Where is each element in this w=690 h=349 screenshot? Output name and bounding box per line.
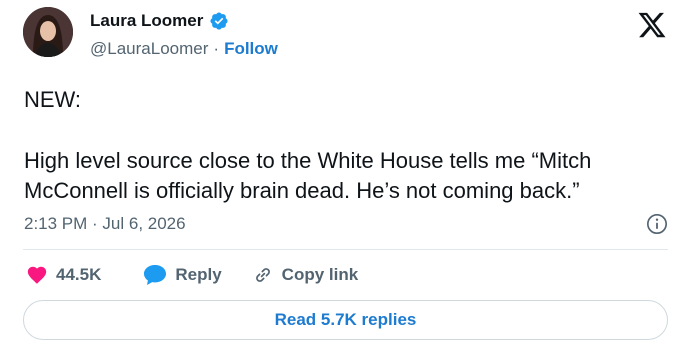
x-logo-icon[interactable] <box>637 10 667 40</box>
author-name[interactable]: Laura Loomer <box>90 11 203 31</box>
follow-button[interactable]: Follow <box>224 39 278 59</box>
separator-dot: · <box>213 39 220 58</box>
info-icon[interactable] <box>646 213 668 235</box>
tweet-text-line-1: NEW: <box>24 87 82 112</box>
link-icon <box>255 268 270 282</box>
reply-button[interactable]: Reply <box>143 264 222 286</box>
author-handle[interactable]: @LauraLoomer <box>90 39 208 59</box>
heart-icon <box>27 266 47 284</box>
tweet-embed-card: Laura Loomer @LauraLoomer · Follow NEW: … <box>0 0 690 349</box>
copy-link-label: Copy link <box>281 265 359 284</box>
like-button[interactable]: 44.5K <box>26 264 101 286</box>
read-replies-button[interactable]: Read 5.7K replies <box>23 300 668 340</box>
tweet-meta-row: 2:13 PM · Jul 6, 2026 <box>24 210 668 238</box>
tweet-text-body: High level source close to the White Hou… <box>24 148 592 203</box>
author-handle-row: @LauraLoomer · Follow <box>90 39 278 59</box>
divider <box>23 249 668 250</box>
author-name-row: Laura Loomer <box>90 11 229 31</box>
author-avatar[interactable] <box>23 7 73 57</box>
reply-label: Reply <box>175 265 222 284</box>
tweet-actions: 44.5K Reply Copy link <box>26 262 358 288</box>
reply-bubble-icon <box>144 265 167 285</box>
verified-badge-icon <box>209 11 229 31</box>
copy-link-button[interactable]: Copy link <box>252 264 359 286</box>
like-count: 44.5K <box>56 265 102 284</box>
tweet-timestamp[interactable]: 2:13 PM · Jul 6, 2026 <box>24 214 186 234</box>
